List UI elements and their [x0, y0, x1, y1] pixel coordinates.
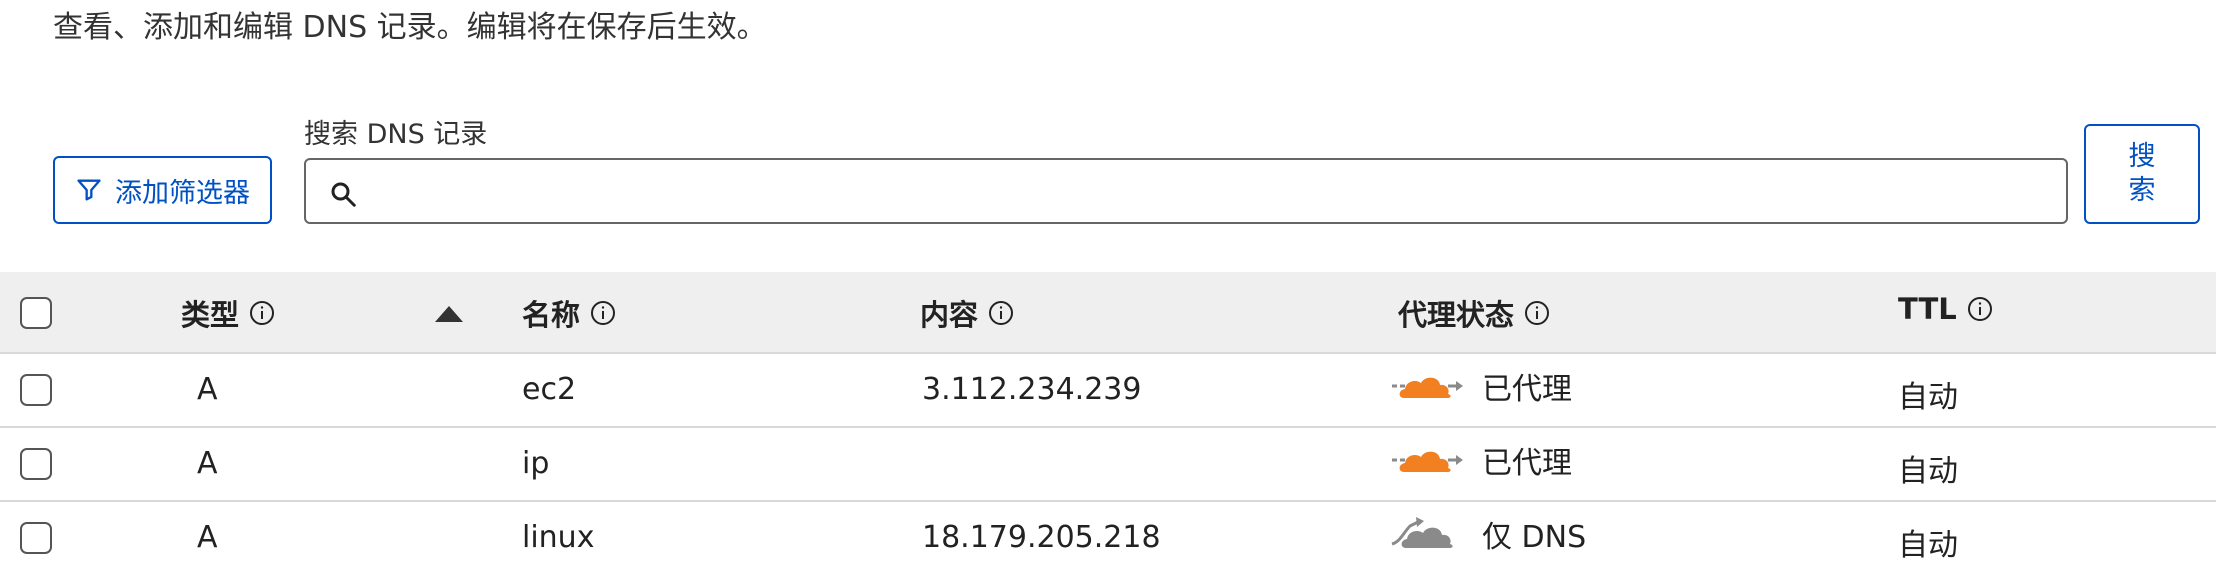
filter-icon	[77, 179, 101, 201]
record-type: A	[197, 446, 218, 481]
table-row[interactable]: A ip 已代理 自动	[0, 428, 2216, 502]
gray-cloud-icon	[1391, 517, 1453, 548]
record-name: ec2	[522, 372, 577, 407]
table-header: 类型 名称 内容 代理状态 TTL	[0, 272, 2216, 354]
search-label: 搜索 DNS 记录	[304, 119, 488, 150]
record-type: A	[197, 520, 218, 555]
proxy-status-label: 仅 DNS	[1482, 520, 1587, 555]
record-content: 3.112.234.239	[922, 372, 1142, 407]
select-all-checkbox[interactable]	[20, 297, 52, 329]
info-icon[interactable]	[1967, 296, 1993, 322]
column-label-content: 内容	[920, 298, 979, 332]
orange-cloud-icon	[1392, 377, 1463, 398]
info-icon[interactable]	[988, 300, 1014, 326]
search-field[interactable]	[304, 158, 2068, 224]
record-content: 18.179.205.218	[922, 520, 1161, 555]
table-row[interactable]: A ec2 3.112.234.239 已代理 自动	[0, 354, 2216, 428]
column-header-type[interactable]: 类型	[181, 292, 275, 334]
proxy-status: 已代理	[1390, 438, 1572, 482]
row-checkbox[interactable]	[20, 448, 52, 480]
search-input[interactable]	[372, 166, 2052, 216]
column-header-ttl[interactable]: TTL	[1898, 292, 1993, 326]
search-icon	[331, 182, 356, 207]
info-icon[interactable]	[590, 300, 616, 326]
column-label-ttl: TTL	[1898, 292, 1957, 326]
row-checkbox[interactable]	[20, 522, 52, 554]
orange-cloud-icon	[1392, 451, 1463, 472]
search-button-label: 搜索	[2128, 141, 2156, 206]
column-label-name: 名称	[522, 298, 581, 332]
record-ttl: 自动	[1898, 454, 1958, 489]
record-type: A	[197, 372, 218, 407]
info-icon[interactable]	[1524, 300, 1550, 326]
column-header-content[interactable]: 内容	[920, 292, 1014, 334]
column-label-proxy-status: 代理状态	[1398, 298, 1515, 332]
add-filter-label: 添加筛选器	[115, 177, 250, 209]
record-ttl: 自动	[1898, 380, 1958, 415]
row-checkbox[interactable]	[20, 374, 52, 406]
sort-ascending-icon[interactable]	[435, 306, 463, 322]
proxy-status: 已代理	[1390, 364, 1572, 408]
proxy-status: 仅 DNS	[1390, 512, 1586, 556]
add-filter-button[interactable]: 添加筛选器	[53, 156, 272, 224]
record-name: ip	[522, 446, 550, 481]
record-ttl: 自动	[1898, 528, 1958, 563]
info-icon[interactable]	[249, 300, 275, 326]
proxy-status-label: 已代理	[1482, 446, 1572, 481]
column-header-proxy-status[interactable]: 代理状态	[1398, 292, 1550, 334]
table-row[interactable]: A linux 18.179.205.218 仅 DNS 自动	[0, 502, 2216, 572]
column-header-name[interactable]: 名称	[522, 292, 616, 334]
proxy-status-label: 已代理	[1482, 372, 1572, 407]
search-button[interactable]: 搜索	[2084, 124, 2200, 224]
record-name: linux	[522, 520, 595, 555]
page-description: 查看、添加和编辑 DNS 记录。编辑将在保存后生效。	[53, 10, 767, 45]
column-label-type: 类型	[181, 298, 240, 332]
